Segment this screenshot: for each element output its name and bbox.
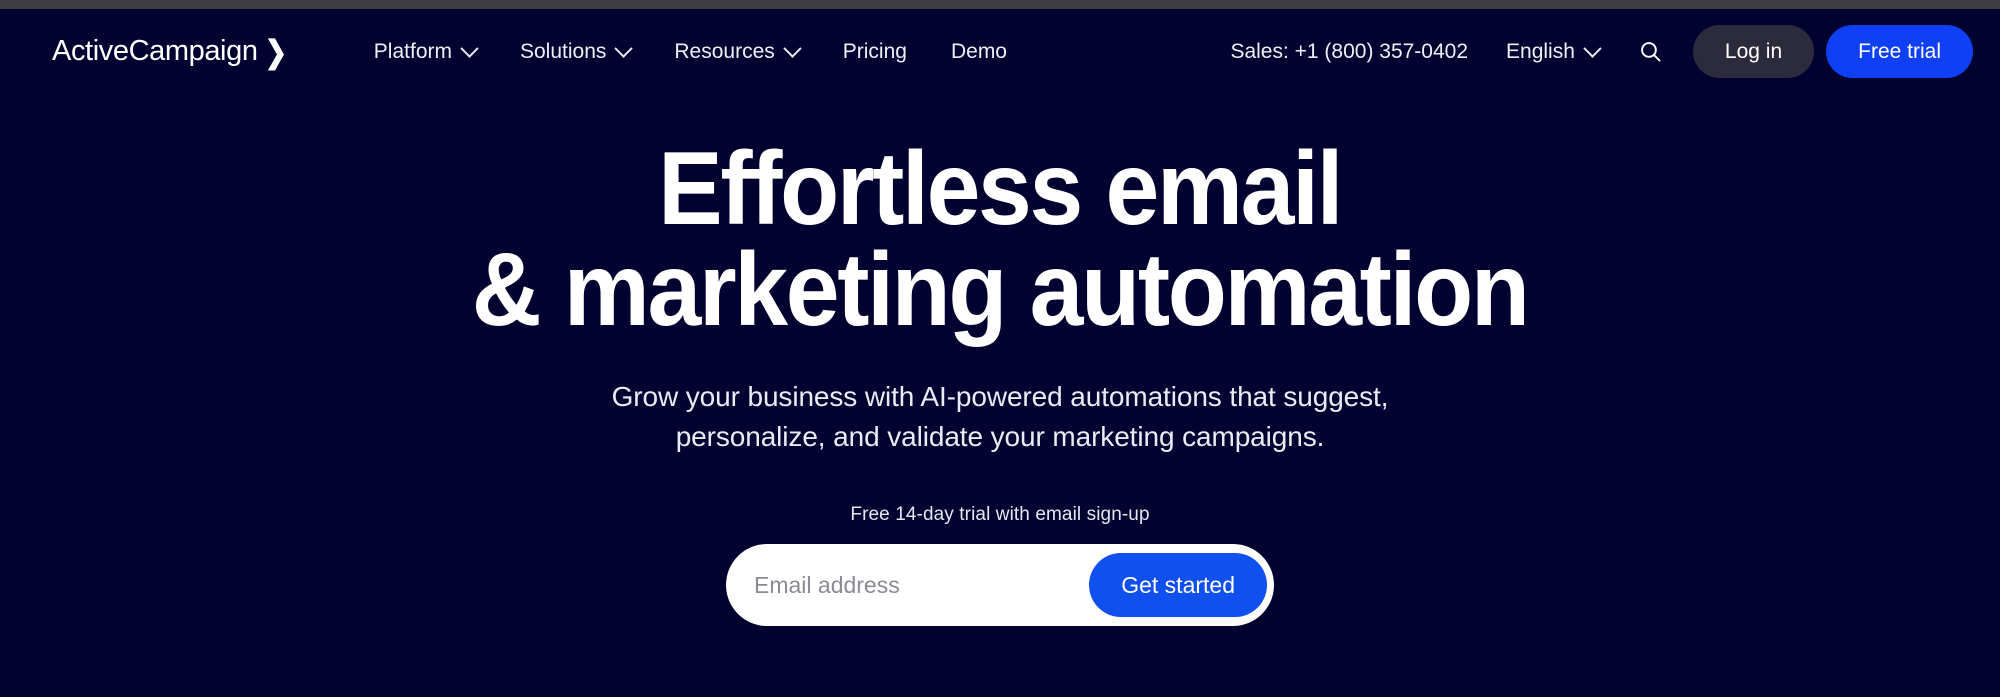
brand-logo[interactable]: ActiveCampaign ❯: [52, 35, 287, 68]
secondary-nav-group: Sales: +1 (800) 357-0402 English Log in …: [1230, 25, 1973, 78]
brand-logo-text: ActiveCampaign: [52, 35, 258, 67]
language-label: English: [1506, 39, 1575, 63]
headline-line-2: & marketing automation: [472, 231, 1530, 348]
free-trial-button[interactable]: Free trial: [1826, 25, 1973, 78]
nav-item-platform[interactable]: Platform: [352, 32, 498, 72]
email-signup-form: Get started: [726, 544, 1274, 627]
subheading-line-1: Grow your business with AI-powered autom…: [611, 380, 1389, 412]
page-title: Effortless email & marketing automation: [472, 131, 1530, 348]
search-button[interactable]: [1631, 32, 1671, 72]
hero-section: Effortless email & marketing automation …: [0, 94, 2000, 627]
nav-item-demo[interactable]: Demo: [929, 32, 1029, 72]
page-root: ActiveCampaign ❯ Platform Solutions Reso…: [0, 9, 2000, 697]
nav-item-resources[interactable]: Resources: [652, 32, 820, 72]
nav-item-label: Demo: [950, 39, 1007, 63]
chevron-down-icon: [460, 39, 479, 58]
primary-nav-links: Platform Solutions Resources Pricing Dem…: [352, 32, 1029, 72]
trial-note: Free 14-day trial with email sign-up: [850, 504, 1150, 526]
headline-line-1: Effortless email: [658, 131, 1343, 247]
log-in-button[interactable]: Log in: [1692, 25, 1815, 78]
nav-item-solutions[interactable]: Solutions: [498, 32, 652, 72]
sales-phone-link[interactable]: Sales: +1 (800) 357-0402: [1230, 40, 1468, 64]
email-input[interactable]: [754, 555, 1090, 616]
top-navigation-bar: ActiveCampaign ❯ Platform Solutions Reso…: [0, 9, 2000, 94]
chevron-down-icon: [1583, 39, 1602, 58]
language-selector[interactable]: English: [1506, 39, 1602, 64]
subheading-line-2: personalize, and validate your marketing…: [675, 420, 1325, 452]
chevron-right-icon: ❯: [264, 34, 288, 70]
chevron-down-icon: [783, 39, 802, 58]
nav-item-label: Pricing: [842, 39, 907, 63]
search-icon: [1641, 42, 1661, 62]
chevron-down-icon: [614, 39, 634, 58]
nav-item-label: Resources: [674, 39, 775, 63]
hero-subheading: Grow your business with AI-powered autom…: [612, 377, 1389, 457]
nav-item-label: Solutions: [519, 39, 607, 63]
nav-item-label: Platform: [373, 39, 452, 63]
get-started-button[interactable]: Get started: [1089, 553, 1267, 618]
nav-item-pricing[interactable]: Pricing: [821, 32, 929, 72]
browser-chrome-strip: [0, 0, 2000, 9]
